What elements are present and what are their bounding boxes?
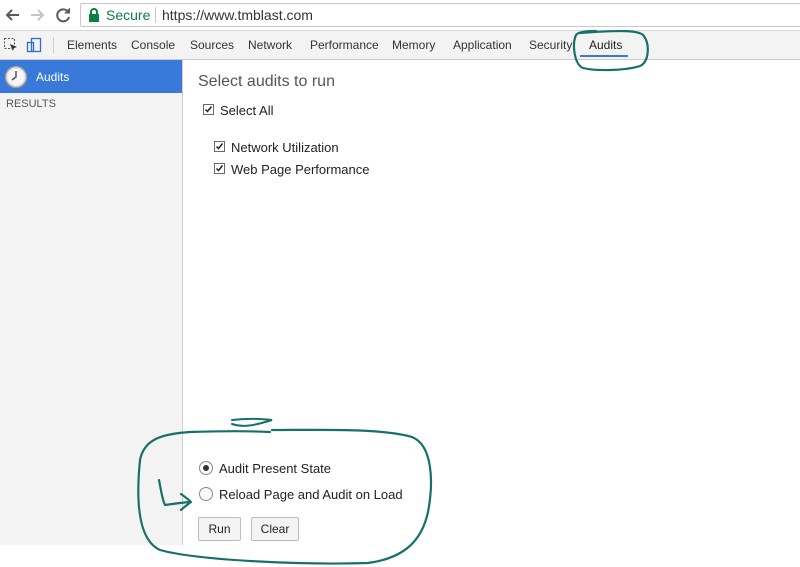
tab-console[interactable]: Console: [131, 38, 175, 52]
back-arrow-icon[interactable]: [2, 4, 24, 26]
network-utilization-label: Network Utilization: [231, 140, 339, 155]
address-divider: [155, 7, 156, 23]
results-heading: RESULTS: [6, 98, 56, 110]
active-tab-indicator: [580, 55, 628, 57]
network-utilization-checkbox[interactable]: [214, 141, 225, 152]
tab-security[interactable]: Security: [529, 38, 572, 52]
inspect-element-icon[interactable]: [3, 37, 19, 58]
tab-performance[interactable]: Performance: [310, 38, 379, 52]
tab-sources[interactable]: Sources: [190, 38, 234, 52]
page-title: Select audits to run: [198, 73, 335, 90]
sidebar-item-audits[interactable]: Audits: [0, 60, 182, 93]
audit-present-state-label: Audit Present State: [219, 461, 332, 476]
secure-label: Secure: [106, 7, 151, 23]
web-page-performance-checkbox[interactable]: [214, 163, 225, 174]
clear-button[interactable]: Clear: [251, 517, 299, 541]
audit-present-state-radio[interactable]: [199, 461, 213, 475]
audits-sidebar: Audits RESULTS: [0, 60, 183, 545]
devtools-tabbar: Elements Console Sources Network Perform…: [0, 31, 800, 60]
reload-and-audit-label: Reload Page and Audit on Load: [219, 487, 403, 502]
reload-icon[interactable]: [52, 4, 74, 26]
select-all-checkbox[interactable]: [203, 104, 214, 115]
url-text[interactable]: https://www.tmblast.com: [162, 7, 313, 23]
clock-icon: [4, 65, 28, 94]
sidebar-item-label: Audits: [36, 70, 70, 84]
web-page-performance-label: Web Page Performance: [231, 162, 370, 177]
device-toolbar-icon[interactable]: [26, 37, 42, 58]
tab-elements[interactable]: Elements: [67, 38, 117, 52]
toolbar-divider: [53, 37, 54, 53]
tab-network[interactable]: Network: [248, 38, 292, 52]
select-all-label: Select All: [220, 103, 274, 118]
tab-application[interactable]: Application: [453, 38, 512, 52]
browser-toolbar: Secure https://www.tmblast.com: [0, 0, 800, 31]
reload-and-audit-radio[interactable]: [199, 487, 213, 501]
lock-icon: [88, 8, 100, 27]
tab-memory[interactable]: Memory: [392, 38, 435, 52]
forward-arrow-icon[interactable]: [26, 4, 48, 26]
annotation-stroke-top: [231, 417, 273, 427]
run-button[interactable]: Run: [198, 517, 241, 541]
page-bottom-strip: [0, 545, 800, 567]
address-bar[interactable]: Secure https://www.tmblast.com: [80, 3, 800, 27]
tab-audits[interactable]: Audits: [589, 38, 622, 52]
